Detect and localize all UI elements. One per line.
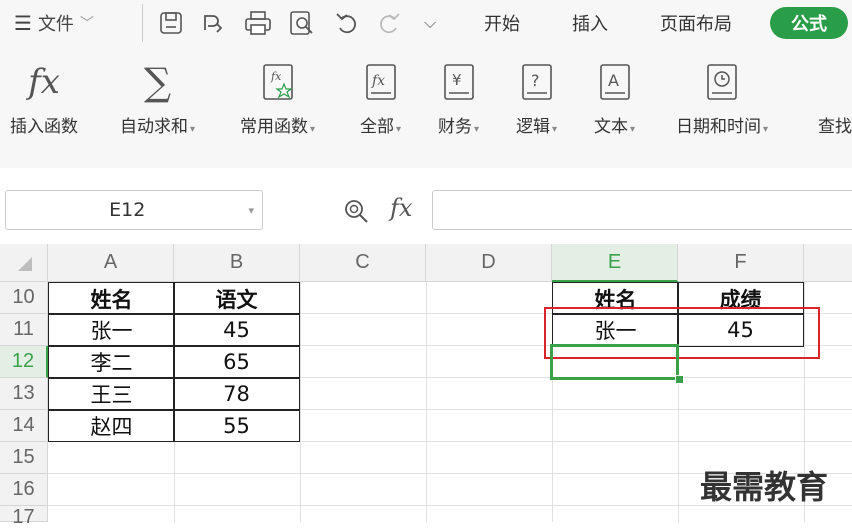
column-header-d[interactable]: D [426, 244, 552, 282]
undo-icon[interactable] [334, 10, 360, 36]
toolbar-divider [142, 4, 143, 42]
ribbon-label: 全部 ▾ [360, 117, 402, 137]
row-header-13[interactable]: 13 [0, 378, 48, 410]
fx-icon: fx [28, 62, 60, 102]
cell-b12[interactable]: 65 [173, 345, 300, 379]
file-menu[interactable]: ☰ 文件 ﹀ [14, 10, 94, 36]
tab-start[interactable]: 开始 [484, 10, 520, 36]
select-all-corner[interactable] [0, 244, 48, 282]
tab-page-layout[interactable]: 页面布局 [660, 10, 732, 36]
ribbon-label: 常用函数 ▾ [240, 117, 316, 137]
save-icon[interactable] [158, 10, 184, 36]
text-functions-button[interactable]: A 文本 ▾ [594, 60, 635, 137]
active-cell-e12[interactable] [550, 344, 679, 380]
ribbon-label: 文本 ▾ [594, 117, 636, 137]
row-header-15[interactable]: 15 [0, 442, 48, 474]
autosum-button[interactable]: ∑ 自动求和 ▾ [120, 60, 195, 137]
cell-b11[interactable]: 45 [173, 313, 300, 347]
svg-text:?: ? [531, 71, 540, 90]
cell-a12[interactable]: 李二 [48, 345, 175, 379]
fill-handle[interactable] [675, 375, 684, 384]
column-header-c[interactable]: C [300, 244, 426, 282]
svg-text:fx: fx [371, 73, 385, 89]
cell-a13[interactable]: 王三 [48, 377, 175, 411]
logical-button[interactable]: ? 逻辑 ▾ [516, 60, 557, 137]
fx-button[interactable]: fx [390, 194, 412, 222]
ribbon-label: 财务 ▾ [438, 117, 480, 137]
yen-book-icon: ¥ [441, 60, 477, 104]
chevron-down-icon[interactable]: ▾ [248, 204, 254, 217]
svg-text:fx: fx [270, 70, 282, 83]
common-functions-button[interactable]: fx 常用函数 ▾ [240, 60, 315, 137]
chevron-down-icon: ﹀ [79, 16, 94, 32]
hamburger-icon: ☰ [14, 11, 32, 35]
ribbon-label: 插入函数 [10, 117, 78, 137]
cell-a11[interactable]: 张一 [48, 313, 175, 347]
row-header-14[interactable]: 14 [0, 410, 48, 442]
row-header-11[interactable]: 11 [0, 314, 48, 346]
formula-input[interactable] [432, 190, 852, 230]
row-header-17[interactable]: 17 [0, 506, 48, 528]
text-book-icon: A [597, 60, 633, 104]
row-header-10[interactable]: 10 [0, 282, 48, 314]
svg-text:A: A [608, 71, 619, 90]
column-header-f[interactable]: F [678, 244, 804, 282]
ribbon-label: 日期和时间 ▾ [676, 117, 769, 137]
question-book-icon: ? [519, 60, 555, 104]
all-functions-button[interactable]: fx 全部 ▾ [360, 60, 401, 137]
sigma-icon: ∑ [143, 60, 172, 104]
cell-a14[interactable]: 赵四 [48, 409, 175, 442]
customize-toolbar-chevron-icon[interactable]: ⌵ [424, 10, 436, 36]
redo-icon[interactable] [376, 10, 402, 36]
cell-b14[interactable]: 55 [173, 409, 300, 442]
ribbon-label: 查找 [818, 117, 852, 137]
row-header-16[interactable]: 16 [0, 474, 48, 506]
ribbon-label: 逻辑 ▾ [516, 117, 558, 137]
cell-a10[interactable]: 姓名 [48, 282, 175, 315]
column-header-e[interactable]: E [552, 244, 678, 282]
gridline [426, 282, 427, 522]
gridline [300, 282, 301, 522]
clock-book-icon [704, 60, 740, 104]
column-header-a[interactable]: A [48, 244, 174, 282]
lookup-button[interactable]: 查找 [818, 60, 852, 137]
column-header-g[interactable] [804, 244, 852, 282]
insert-function-button[interactable]: fx 插入函数 [10, 60, 78, 137]
row-header-12[interactable]: 12 [0, 346, 48, 378]
ribbon-label: 自动求和 ▾ [120, 117, 196, 137]
print-icon[interactable] [244, 10, 272, 36]
ribbon-divider [0, 168, 852, 182]
export-icon[interactable] [200, 10, 226, 36]
star-function-icon: fx [260, 60, 296, 104]
print-preview-icon[interactable] [288, 10, 316, 36]
tab-insert[interactable]: 插入 [572, 10, 608, 36]
tab-formulas[interactable]: 公式 [770, 7, 848, 39]
corner-triangle-icon [17, 256, 32, 271]
fx-book-icon: fx [363, 60, 399, 104]
financial-button[interactable]: ¥ 财务 ▾ [438, 60, 479, 137]
svg-text:¥: ¥ [452, 71, 462, 89]
date-time-button[interactable]: 日期和时间 ▾ [676, 60, 768, 137]
file-menu-label: 文件 [37, 14, 74, 35]
name-box-value: E12 [109, 199, 146, 221]
column-header-b[interactable]: B [174, 244, 300, 282]
cell-b13[interactable]: 78 [173, 377, 300, 411]
name-box[interactable]: E12 ▾ [5, 190, 263, 230]
cell-b10[interactable]: 语文 [173, 282, 300, 315]
watermark-logo: 最需教育 [700, 468, 829, 506]
zoom-icon[interactable] [342, 197, 370, 225]
